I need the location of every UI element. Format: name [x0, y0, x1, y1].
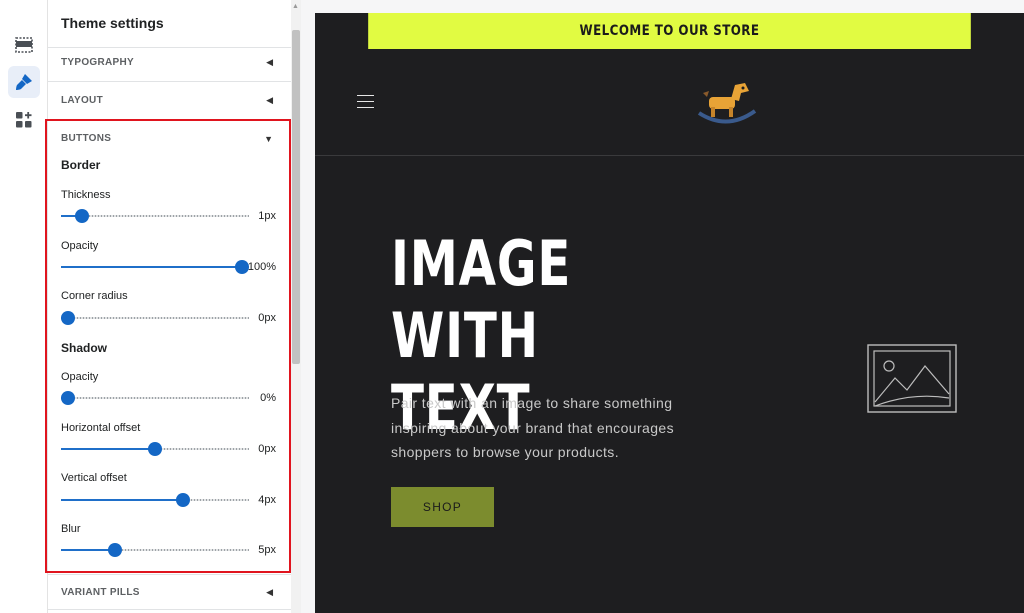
panel-title: Theme settings — [61, 15, 164, 31]
announcement-bar[interactable]: WELCOME TO OUR STORE — [368, 13, 971, 49]
hero-text: Pair text with an image to share somethi… — [391, 395, 674, 460]
header-divider — [315, 155, 1024, 156]
sections-button[interactable] — [8, 29, 40, 61]
section-typography[interactable]: TYPOGRAPHY ◀ — [48, 48, 291, 81]
theme-settings-button[interactable] — [8, 66, 40, 98]
scroll-up-icon[interactable]: ▲ — [292, 3, 299, 10]
app-blocks-button[interactable] — [8, 104, 40, 136]
highlight-box — [45, 119, 291, 573]
theme-settings-brush-icon — [16, 74, 32, 90]
image-placeholder-icon — [867, 344, 957, 413]
menu-icon[interactable] — [357, 95, 374, 113]
caret-left-icon: ◀ — [266, 95, 273, 105]
section-variant-pills[interactable]: VARIANT PILLS ◀ — [48, 575, 291, 609]
app-blocks-icon — [16, 112, 32, 128]
hero-title-line: IMAGE WITH — [391, 227, 572, 372]
rocking-horse-logo[interactable] — [695, 79, 759, 127]
caret-left-icon: ◀ — [266, 57, 273, 67]
shop-button[interactable]: SHOP — [391, 487, 494, 527]
divider — [48, 609, 291, 610]
section-label: LAYOUT — [61, 95, 103, 106]
caret-left-icon: ◀ — [266, 587, 273, 597]
section-label: VARIANT PILLS — [61, 587, 140, 598]
section-label: TYPOGRAPHY — [61, 57, 135, 68]
section-layout[interactable]: LAYOUT ◀ — [48, 82, 291, 119]
store-preview: WELCOME TO OUR STORE IMAGE WITH TEXT Pai… — [315, 13, 1024, 613]
scrollbar-thumb[interactable] — [292, 30, 300, 364]
sections-icon — [15, 37, 33, 53]
icon-rail — [0, 0, 48, 613]
